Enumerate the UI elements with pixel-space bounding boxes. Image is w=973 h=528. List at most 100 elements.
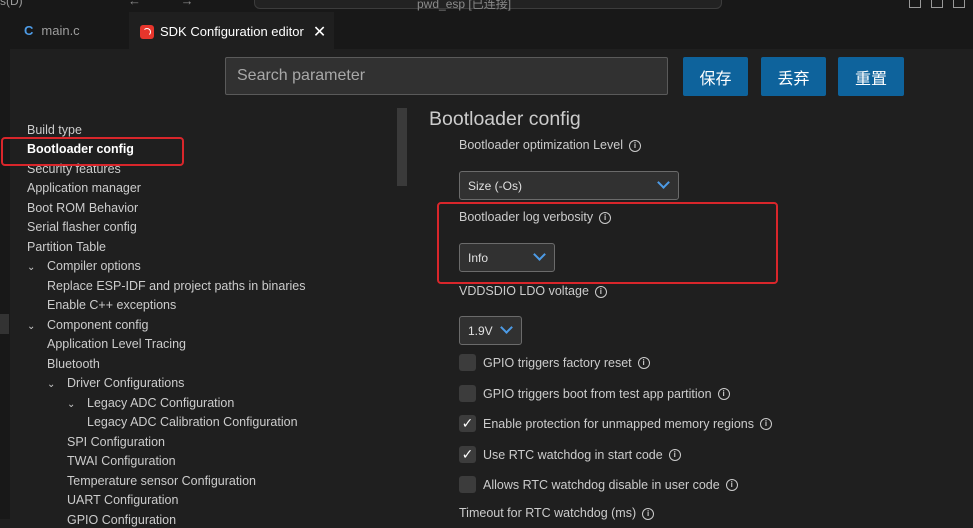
info-icon[interactable]: i — [668, 448, 681, 461]
save-button[interactable]: 保存 — [683, 57, 748, 96]
checkbox[interactable] — [459, 385, 476, 402]
checkbox[interactable] — [459, 476, 476, 493]
tree-item-label: Bluetooth — [47, 357, 100, 371]
tree-item[interactable]: ⌄ Compiler options — [27, 258, 141, 276]
discard-button[interactable]: 丢弃 — [761, 57, 826, 96]
tree-item[interactable]: ⌄ Legacy ADC Configuration — [67, 395, 234, 413]
tree-item-label: Application Level Tracing — [47, 337, 186, 351]
info-icon[interactable]: i — [629, 140, 641, 152]
tree-item[interactable]: Build type — [27, 122, 82, 138]
checkbox-label: Enable protection for unmapped memory re… — [483, 416, 754, 431]
layout-icon[interactable] — [953, 0, 965, 8]
select-value: Size (-Os) — [468, 178, 522, 193]
tab-label: main.c — [41, 23, 80, 38]
label-text: Bootloader optimization Level — [459, 138, 623, 152]
tree-item[interactable]: TWAI Configuration — [67, 453, 176, 469]
info-icon[interactable]: i — [637, 356, 650, 369]
checkbox-label: Use RTC watchdog in start code — [483, 447, 663, 462]
activity-edge — [0, 49, 10, 519]
opt-level-select[interactable]: Size (-Os) — [459, 171, 679, 200]
tree-item-label: Boot ROM Behavior — [27, 201, 139, 215]
label-text: VDDSDIO LDO voltage — [459, 284, 589, 298]
tree-item[interactable]: Serial flasher config — [27, 219, 137, 235]
tree-item[interactable]: Replace ESP-IDF and project paths in bin… — [47, 278, 305, 294]
chevron-down-icon[interactable]: ⌄ — [47, 377, 61, 393]
tree-item-label: Driver Configurations — [67, 376, 185, 390]
checkbox-row[interactable]: ✓ Enable protection for unmapped memory r… — [459, 415, 772, 432]
tree-item[interactable]: Legacy ADC Calibration Configuration — [87, 414, 298, 430]
highlight-box-log-verbosity — [437, 202, 778, 284]
tab-main-c[interactable]: C main.c — [12, 12, 128, 49]
nav-arrows[interactable]: ← → — [128, 0, 212, 8]
info-icon[interactable]: i — [725, 478, 738, 491]
label-text: Timeout for RTC watchdog (ms) — [459, 506, 637, 520]
tree-item-label: TWAI Configuration — [67, 454, 176, 468]
c-file-icon: C — [24, 23, 34, 38]
timeout-label: Timeout for RTC watchdog (ms) i — [459, 506, 655, 520]
checkbox-label: GPIO triggers factory reset — [483, 355, 632, 370]
tree-item-label: Serial flasher config — [27, 220, 137, 234]
vddsdio-label: VDDSDIO LDO voltage i — [459, 284, 607, 298]
search-input[interactable] — [225, 57, 668, 95]
tree-item-label: Partition Table — [27, 240, 106, 254]
tree-item[interactable]: Boot ROM Behavior — [27, 200, 138, 216]
sidebar-scrollbar[interactable] — [397, 108, 407, 186]
tree-item[interactable]: SPI Configuration — [67, 434, 165, 450]
layout-icons[interactable] — [899, 0, 965, 11]
layout-icon[interactable] — [909, 0, 921, 8]
tree-item[interactable]: GPIO Configuration — [67, 512, 176, 528]
reset-button[interactable]: 重置 — [838, 57, 904, 96]
vddsdio-select[interactable]: 1.9V — [459, 316, 522, 345]
checkbox-label: GPIO triggers boot from test app partiti… — [483, 386, 712, 401]
tree-item-label: SPI Configuration — [67, 435, 165, 449]
chevron-down-icon[interactable]: ⌄ — [67, 397, 81, 413]
checkbox-checked[interactable]: ✓ — [459, 446, 476, 463]
chevron-down-icon[interactable]: ⌄ — [27, 319, 41, 335]
tree-item[interactable]: ⌄ Driver Configurations — [47, 375, 184, 393]
section-title: Bootloader config — [429, 108, 581, 130]
checkbox-row[interactable]: GPIO triggers boot from test app partiti… — [459, 385, 730, 402]
tree-item-label: Legacy ADC Calibration Configuration — [87, 415, 298, 429]
opt-level-label: Bootloader optimization Level i — [459, 138, 641, 152]
tree-item[interactable]: Partition Table — [27, 239, 106, 255]
espressif-icon — [140, 24, 154, 39]
tree-item[interactable]: Application Level Tracing — [47, 336, 186, 352]
chevron-down-icon — [500, 321, 513, 334]
tree-item-label: Enable C++ exceptions — [47, 298, 177, 312]
chevron-down-icon[interactable]: ⌄ — [27, 260, 41, 276]
tree-item[interactable]: Enable C++ exceptions — [47, 297, 176, 313]
tree-item[interactable]: Application manager — [27, 180, 141, 196]
checkbox-row[interactable]: Allows RTC watchdog disable in user code… — [459, 476, 738, 493]
edge-marker — [0, 314, 9, 334]
close-icon[interactable]: ✕ — [313, 22, 326, 42]
tree-item[interactable]: Temperature sensor Configuration — [67, 473, 256, 489]
info-icon[interactable]: i — [594, 286, 607, 298]
tree-item-label: GPIO Configuration — [67, 513, 177, 527]
tree-item[interactable]: UART Configuration — [67, 492, 178, 508]
highlight-box-sidebar — [1, 137, 184, 166]
layout-icon[interactable] — [931, 0, 943, 8]
tree-item-label: Application manager — [27, 181, 141, 195]
tree-item[interactable]: Bluetooth — [47, 356, 100, 372]
title-bar: s(D) ← → pwd_esp [已连接] — [0, 0, 973, 12]
checkbox-checked[interactable]: ✓ — [459, 415, 476, 432]
checkbox-row[interactable]: ✓ Use RTC watchdog in start code i — [459, 446, 681, 463]
info-icon[interactable]: i — [759, 417, 772, 430]
tab-sdk-config[interactable]: SDK Configuration editor ✕ — [129, 12, 334, 50]
info-icon[interactable]: i — [717, 387, 730, 400]
select-value: 1.9V — [468, 323, 493, 338]
tree-item[interactable]: ⌄ Component config — [27, 317, 148, 335]
title-left-text: s(D) — [0, 0, 23, 8]
checkbox-label: Allows RTC watchdog disable in user code — [483, 477, 720, 492]
checkbox[interactable] — [459, 354, 476, 371]
tree-item-label: Replace ESP-IDF and project paths in bin… — [47, 279, 306, 293]
command-center-text: pwd_esp [已连接] — [417, 0, 512, 11]
chevron-down-icon — [657, 176, 670, 189]
tab-bar: C main.c SDK Configuration editor ✕ — [0, 12, 973, 50]
tree-item-label: UART Configuration — [67, 493, 179, 507]
info-icon[interactable]: i — [642, 508, 655, 520]
tree-item-label: Legacy ADC Configuration — [87, 396, 235, 410]
tab-label: SDK Configuration editor — [160, 24, 304, 39]
checkbox-row[interactable]: GPIO triggers factory reset i — [459, 354, 650, 371]
command-center[interactable]: pwd_esp [已连接] — [254, 0, 722, 11]
